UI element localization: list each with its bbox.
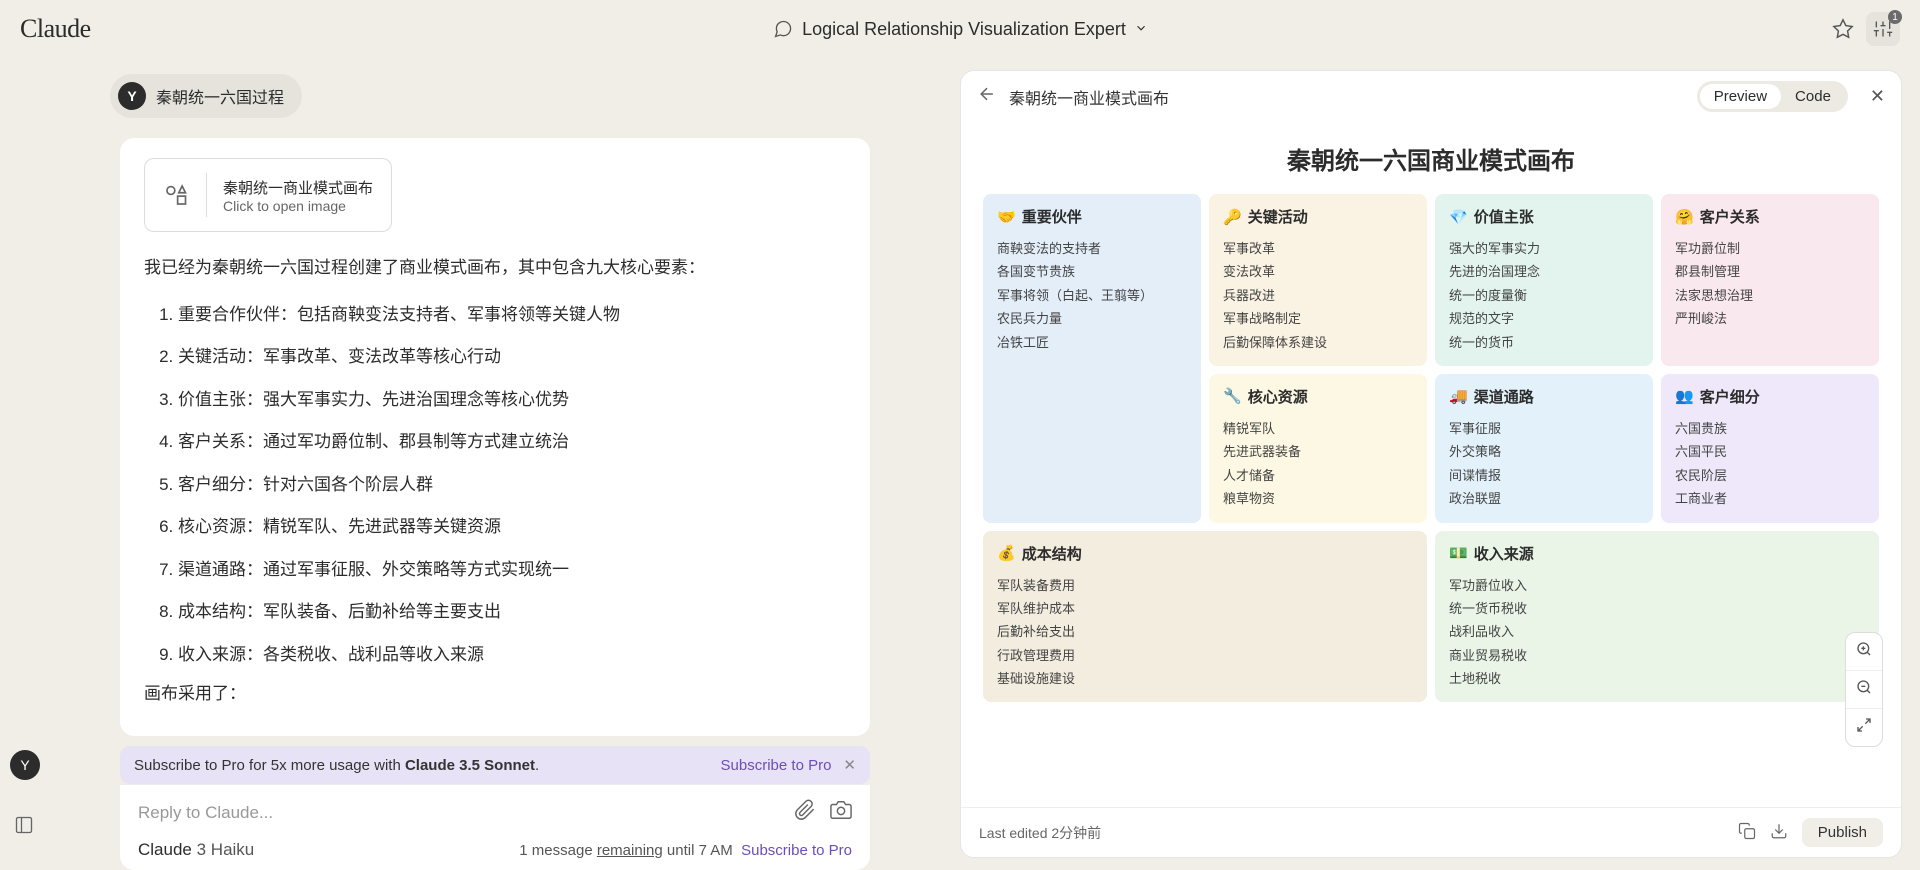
list-item: 重要合作伙伴：包括商鞅变法支持者、军事将领等关键人物 (178, 294, 846, 337)
chat-panel: Y 秦朝统一六国过程 秦朝统一商业模式画布 Click to open imag… (0, 58, 960, 870)
artifact-body: 秦朝统一六国商业模式画布 🤝重要伙伴 商鞅变法的支持者各国变节贵族军事将领（白起… (961, 123, 1901, 807)
canvas-title: 秦朝统一六国商业模式画布 (983, 141, 1879, 176)
attachment-subtitle: Click to open image (223, 198, 373, 214)
canvas-value: 💎价值主张 强大的军事实力先进的治国理念统一的度量衡规范的文字统一的货币 (1435, 194, 1653, 366)
composer: Reply to Claude... Claude 3 Haiku 1 mess… (120, 784, 870, 870)
truck-icon: 🚚 (1449, 387, 1468, 405)
image-attachment-card[interactable]: 秦朝统一商业模式画布 Click to open image (144, 158, 392, 232)
canvas-resources: 🔧核心资源 精锐军队先进武器装备人才储备粮草物资 (1209, 374, 1427, 523)
notification-badge: 1 (1888, 10, 1902, 24)
list-item: 关键活动：军事改革、变法改革等核心行动 (178, 336, 846, 379)
artifact-title: 秦朝统一商业模式画布 (1009, 85, 1169, 109)
chevron-down-icon (1134, 19, 1148, 40)
handshake-icon: 🤝 (997, 208, 1016, 226)
canvas-channels: 🚚渠道通路 军事征服外交策略间谍情报政治联盟 (1435, 374, 1653, 523)
list-item: 渠道通路：通过军事征服、外交策略等方式实现统一 (178, 549, 846, 592)
copy-icon[interactable] (1738, 822, 1756, 843)
reply-input[interactable]: Reply to Claude... (138, 803, 273, 823)
outro-paragraph: 画布采用了： (144, 676, 846, 712)
zoom-in-button[interactable] (1846, 633, 1882, 671)
download-icon[interactable] (1770, 822, 1788, 843)
tab-preview[interactable]: Preview (1700, 84, 1781, 109)
expand-button[interactable] (1846, 709, 1882, 746)
back-arrow-icon[interactable] (977, 84, 997, 109)
canvas-segments: 👥客户细分 六国贵族六国平民农民阶层工商业者 (1661, 374, 1879, 523)
shapes-icon (163, 173, 207, 217)
user-message-chip[interactable]: Y 秦朝统一六国过程 (110, 74, 302, 118)
app-header: Claude Logical Relationship Visualizatio… (0, 0, 1920, 58)
people-icon: 👥 (1675, 387, 1694, 405)
moneybag-icon: 💰 (997, 544, 1016, 562)
logo[interactable]: Claude (20, 14, 91, 44)
cash-icon: 💵 (1449, 544, 1468, 562)
numbered-list: 重要合作伙伴：包括商鞅变法支持者、军事将领等关键人物 关键活动：军事改革、变法改… (144, 294, 846, 677)
user-message-text: 秦朝统一六国过程 (156, 84, 284, 108)
intro-paragraph: 我已经为秦朝统一六国过程创建了商业模式画布，其中包含九大核心要素： (144, 250, 846, 286)
banner-text: Subscribe to Pro for 5x more usage with … (134, 757, 539, 774)
collapse-sidebar-icon[interactable] (14, 815, 34, 840)
chat-icon (772, 18, 794, 40)
subscribe-link-footer[interactable]: Subscribe to Pro (741, 842, 852, 859)
attachment-title: 秦朝统一商业模式画布 (223, 177, 373, 198)
canvas-costs: 💰成本结构 军队装备费用军队维护成本后勤补给支出行政管理费用基础设施建设 (983, 531, 1427, 703)
hug-icon: 🤗 (1675, 208, 1694, 226)
side-avatar[interactable]: Y (10, 750, 40, 780)
wrench-icon: 🔧 (1223, 387, 1242, 405)
list-item: 客户关系：通过军功爵位制、郡县制等方式建立统治 (178, 421, 846, 464)
key-icon: 🔑 (1223, 208, 1242, 226)
list-item: 核心资源：精锐军队、先进武器等关键资源 (178, 506, 846, 549)
upgrade-banner: Subscribe to Pro for 5x more usage with … (120, 746, 870, 784)
avatar: Y (118, 82, 146, 110)
usage-info: 1 message remaining until 7 AM Subscribe… (519, 842, 852, 859)
model-selector[interactable]: Claude 3 Haiku (138, 840, 254, 860)
artifact-footer: Last edited 2分钟前 Publish (961, 807, 1901, 857)
attach-icon[interactable] (794, 799, 816, 826)
zoom-out-button[interactable] (1846, 671, 1882, 709)
project-title: Logical Relationship Visualization Exper… (802, 19, 1126, 40)
list-item: 价值主张：强大军事实力、先进治国理念等核心优势 (178, 379, 846, 422)
subscribe-link[interactable]: Subscribe to Pro (721, 757, 832, 774)
publish-button[interactable]: Publish (1802, 818, 1883, 847)
list-item: 收入来源：各类税收、战利品等收入来源 (178, 634, 846, 677)
artifact-header: 秦朝统一商业模式画布 Preview Code ✕ (961, 71, 1901, 123)
close-icon[interactable]: ✕ (1870, 86, 1885, 107)
tab-code[interactable]: Code (1781, 84, 1845, 109)
camera-icon[interactable] (830, 799, 852, 826)
list-item: 客户细分：针对六国各个阶层人群 (178, 464, 846, 507)
diamond-icon: 💎 (1449, 208, 1468, 226)
canvas-revenue: 💵收入来源 军功爵位收入统一货币税收战利品收入商业贸易税收土地税收 (1435, 531, 1879, 703)
settings-button[interactable]: 1 (1866, 12, 1900, 46)
list-item: 成本结构：军队装备、后勤补给等主要支出 (178, 591, 846, 634)
last-edited-label: Last edited 2分钟前 (979, 823, 1101, 843)
artifact-panel: 秦朝统一商业模式画布 Preview Code ✕ 秦朝统一六国商业模式画布 🤝… (960, 70, 1902, 858)
canvas-relations: 🤗客户关系 军功爵位制郡县制管理法家思想治理严刑峻法 (1661, 194, 1879, 366)
zoom-controls (1845, 632, 1883, 747)
view-toggle: Preview Code (1697, 81, 1848, 112)
canvas-partners: 🤝重要伙伴 商鞅变法的支持者各国变节贵族军事将领（白起、王翦等）农民兵力量冶铁工… (983, 194, 1201, 523)
close-icon[interactable]: ✕ (843, 756, 856, 774)
canvas-activities: 🔑关键活动 军事改革变法改革兵器改进军事战略制定后勤保障体系建设 (1209, 194, 1427, 366)
star-icon[interactable] (1832, 18, 1854, 40)
assistant-message: 秦朝统一商业模式画布 Click to open image 我已经为秦朝统一六… (120, 138, 870, 736)
project-selector[interactable]: Logical Relationship Visualization Exper… (772, 18, 1148, 40)
